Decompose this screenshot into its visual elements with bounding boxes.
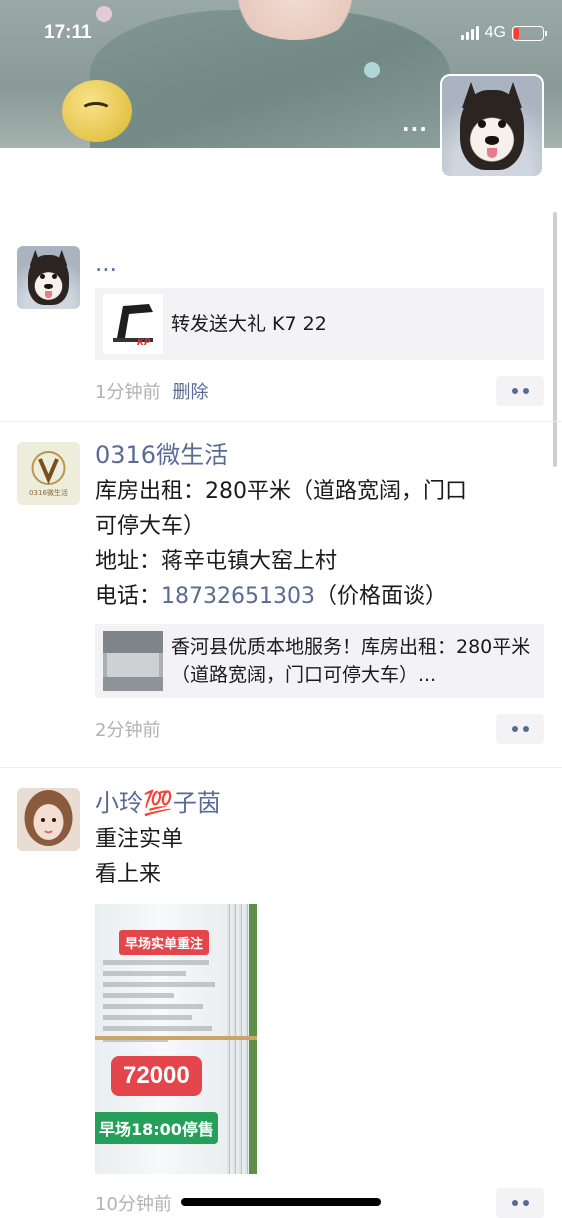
image-badge: 早场实单重注 xyxy=(119,930,210,955)
ticket-print-lines xyxy=(103,960,221,1048)
post-nickname[interactable]: 小玲💯子茵 xyxy=(95,786,544,820)
comment-like-button[interactable] xyxy=(496,376,544,406)
moments-feed: ... KP 转发送大礼 K7 22 1分钟前 删除 0316微生活 0316微… xyxy=(0,228,562,1218)
comment-like-button[interactable] xyxy=(496,1188,544,1218)
shared-link-card[interactable]: KP 转发送大礼 K7 22 xyxy=(95,288,544,360)
status-time: 17:11 xyxy=(44,22,92,43)
post-time: 10分钟前 xyxy=(95,1194,172,1215)
husky-avatar-image xyxy=(442,76,542,176)
warehouse-photo xyxy=(103,631,163,691)
feed-post: ... KP 转发送大礼 K7 22 1分钟前 删除 xyxy=(0,228,562,422)
home-indicator[interactable] xyxy=(181,1198,381,1206)
phone-link[interactable]: 18732651303 xyxy=(161,584,315,609)
cover-emoji-sticker xyxy=(62,80,132,142)
lamp-device-icon xyxy=(103,294,163,354)
post-time: 2分钟前 xyxy=(95,720,161,741)
link-thumbnail xyxy=(103,631,163,691)
link-thumbnail: KP xyxy=(103,294,163,354)
post-time: 1分钟前 xyxy=(95,382,161,403)
post-text-line: 电话：18732651303（价格面谈） xyxy=(95,579,544,614)
network-label: 4G xyxy=(484,24,506,41)
ticket-band xyxy=(95,1036,257,1040)
signal-icon xyxy=(460,26,479,40)
post-text-line: 地址：蒋辛屯镇大窑上村 xyxy=(95,549,338,574)
phone-prefix: 电话： xyxy=(95,584,162,609)
avatar-caption: 0316微生活 xyxy=(29,489,68,497)
post-avatar[interactable]: 0316微生活 xyxy=(17,442,80,505)
girl-avatar-image xyxy=(17,788,80,851)
owner-avatar[interactable] xyxy=(440,74,544,178)
post-text-line: 看上来 xyxy=(95,862,162,887)
post-image[interactable]: 早场实单重注 72000 早场18:00停售 xyxy=(95,904,257,1174)
post-avatar[interactable] xyxy=(17,246,80,309)
cover-sparkle xyxy=(96,6,112,22)
feed-post: 小玲💯子茵 重注实单 看上来 早场实单重注 72000 早场18:00停售 10… xyxy=(0,768,562,1218)
post-nickname[interactable]: ... xyxy=(95,248,544,280)
image-amount: 72000 xyxy=(111,1056,202,1096)
cover-sparkle xyxy=(364,62,380,78)
link-title: 香河县优质本地服务！库房出租：280平米（道路宽阔，门口可停大车）... xyxy=(171,636,531,686)
post-text-line: 可停大车） xyxy=(95,514,206,539)
comment-like-button[interactable] xyxy=(496,714,544,744)
cover-more-icon[interactable]: ... xyxy=(402,112,428,136)
husky-avatar-image xyxy=(17,246,80,309)
post-nickname[interactable]: 0316微生活 xyxy=(95,438,544,472)
post-text-line: 库房出租：280平米（道路宽阔，门口 xyxy=(95,479,467,504)
delete-link[interactable]: 删除 xyxy=(172,378,208,404)
post-text-line: 重注实单 xyxy=(95,827,184,852)
feed-post: 0316微生活 0316微生活 库房出租：280平米（道路宽阔，门口 可停大车）… xyxy=(0,422,562,768)
battery-icon xyxy=(512,25,547,41)
link-title: 转发送大礼 K7 22 xyxy=(171,313,327,335)
phone-suffix: （价格面谈） xyxy=(314,584,447,609)
image-stop-label: 早场18:00停售 xyxy=(95,1112,218,1144)
link-thumbnail-logo: KP xyxy=(137,338,151,348)
status-icons: 4G xyxy=(460,24,547,42)
post-avatar[interactable] xyxy=(17,788,80,851)
shared-link-card[interactable]: 香河县优质本地服务！库房出租：280平米（道路宽阔，门口可停大车）... xyxy=(95,624,544,698)
